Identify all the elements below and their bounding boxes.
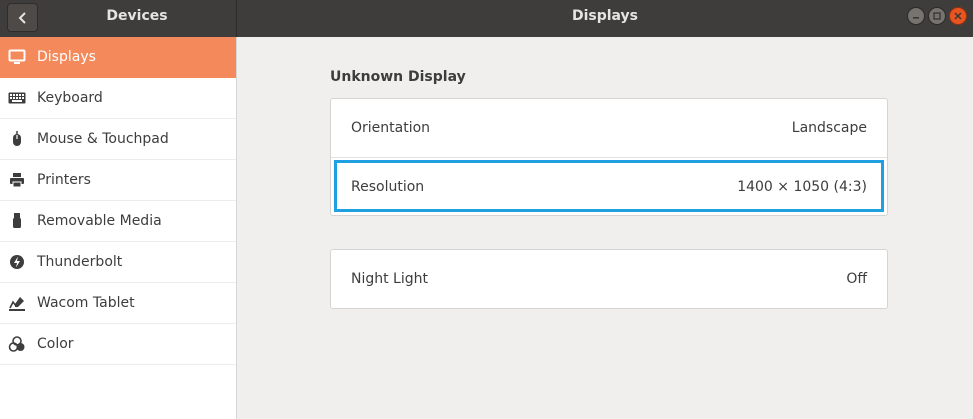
- close-button[interactable]: [949, 7, 967, 25]
- usb-icon: [7, 211, 27, 231]
- display-icon: [7, 47, 27, 67]
- orientation-row[interactable]: Orientation Landscape: [331, 99, 887, 157]
- orientation-value: Landscape: [791, 120, 867, 136]
- sidebar-item-color[interactable]: Color: [0, 324, 236, 365]
- display-settings-card: Orientation Landscape Resolution 1400 × …: [330, 98, 888, 216]
- sidebar-item-label: Color: [37, 336, 74, 352]
- sidebar-item-keyboard[interactable]: Keyboard: [0, 78, 236, 119]
- resolution-row[interactable]: Resolution 1400 × 1050 (4:3): [331, 157, 887, 215]
- night-light-value: Off: [846, 271, 867, 287]
- sidebar-item-thunderbolt[interactable]: Thunderbolt: [0, 242, 236, 283]
- window-controls: [907, 7, 967, 25]
- minimize-button[interactable]: [907, 7, 925, 25]
- sidebar-item-label: Wacom Tablet: [37, 295, 135, 311]
- sidebar-item-label: Displays: [37, 49, 96, 65]
- tablet-icon: [7, 293, 27, 313]
- displays-panel: Unknown Display Orientation Landscape Re…: [238, 37, 973, 419]
- thunderbolt-icon: [7, 252, 27, 272]
- maximize-button[interactable]: [928, 7, 946, 25]
- orientation-label: Orientation: [351, 120, 431, 136]
- display-name-heading: Unknown Display: [330, 69, 466, 85]
- mouse-icon: [7, 129, 27, 149]
- night-light-label: Night Light: [351, 271, 428, 287]
- sidebar-item-label: Mouse & Touchpad: [37, 131, 169, 147]
- sidebar-item-label: Keyboard: [37, 90, 103, 106]
- panel-category-title: Devices: [106, 8, 168, 24]
- night-light-card: Night Light Off: [330, 249, 888, 309]
- printer-icon: [7, 170, 27, 190]
- minimize-icon: [913, 17, 919, 19]
- sidebar-item-mouse-touchpad[interactable]: Mouse & Touchpad: [0, 119, 236, 160]
- back-button[interactable]: [7, 3, 38, 32]
- color-icon: [7, 334, 27, 354]
- sidebar-header: Devices: [0, 0, 237, 37]
- sidebar-item-wacom-tablet[interactable]: Wacom Tablet: [0, 283, 236, 324]
- header-bar: Devices Displays: [0, 0, 973, 37]
- sidebar-item-removable-media[interactable]: Removable Media: [0, 201, 236, 242]
- night-light-row[interactable]: Night Light Off: [331, 250, 887, 308]
- sidebar-item-printers[interactable]: Printers: [0, 160, 236, 201]
- sidebar-item-displays[interactable]: Displays: [0, 37, 236, 78]
- resolution-value: 1400 × 1050 (4:3): [737, 178, 867, 195]
- maximize-icon: [933, 12, 941, 20]
- resolution-label: Resolution: [351, 178, 425, 195]
- chevron-left-icon: [18, 11, 26, 24]
- sidebar-item-label: Thunderbolt: [37, 254, 123, 270]
- keyboard-icon: [7, 88, 27, 108]
- sidebar-item-label: Printers: [37, 172, 91, 188]
- sidebar: Displays Keyboard Mouse & Touchpad Print…: [0, 37, 237, 419]
- window-title: Displays: [571, 8, 639, 24]
- sidebar-item-label: Removable Media: [37, 213, 162, 229]
- close-icon: [954, 12, 962, 20]
